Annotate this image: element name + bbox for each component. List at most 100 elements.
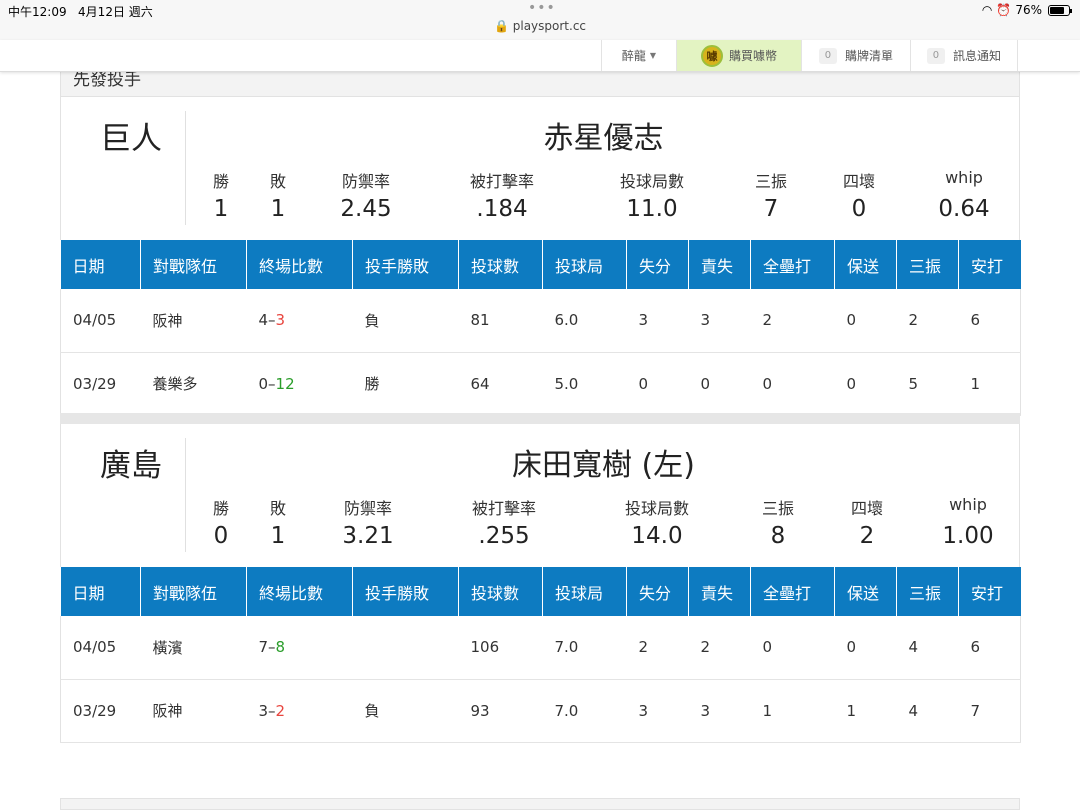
cell-result: 負 [352, 289, 459, 353]
caret-down-icon: ▼ [649, 51, 657, 60]
col-header: 三振 [896, 240, 959, 289]
cell-bb: 0 [834, 289, 897, 353]
cell-result: 勝 [352, 352, 459, 416]
battery-icon [1048, 4, 1072, 16]
stat-label-whip: whip [949, 495, 987, 514]
table-row: 04/05 阪神 4–3 負 81 6.0 3 3 2 0 2 6 [60, 289, 1021, 353]
stat-so: 7 [763, 196, 779, 222]
stat-wins: 1 [213, 196, 229, 222]
wifi-icon: ◠ [981, 3, 993, 17]
table-header-row: 日期 對戰隊伍 終場比數 投手勝敗 投球數 投球局 失分 責失 全壘打 保送 三… [60, 240, 1021, 289]
cell-er: 2 [688, 616, 751, 680]
more-dots-icon[interactable]: ••• [528, 0, 556, 16]
cell-hr: 0 [750, 616, 835, 680]
stat-label-bb: 四壞 [842, 172, 876, 191]
col-header: 安打 [958, 240, 1021, 289]
col-header: 日期 [60, 240, 141, 289]
cell-opponent[interactable]: 橫濱 [140, 616, 247, 680]
col-header: 全壘打 [750, 567, 835, 616]
cell-hits: 6 [958, 289, 1021, 353]
stat-avg: .255 [478, 523, 530, 549]
table-header-row: 日期 對戰隊伍 終場比數 投手勝敗 投球數 投球局 失分 責失 全壘打 保送 三… [60, 567, 1021, 616]
stat-bb: 2 [859, 523, 875, 549]
cell-pitches: 106 [458, 616, 543, 680]
col-header: 全壘打 [750, 240, 835, 289]
ios-status-bar: 中午12:09 4月12日 週六 ••• 🔒 playsport.cc ◠ ⏰ … [0, 0, 1080, 40]
cell-pitches: 81 [458, 289, 543, 353]
status-time: 中午12:09 4月12日 週六 [8, 5, 153, 19]
table-row: 03/29 阪神 3–2 負 93 7.0 3 3 1 1 4 7 [60, 679, 1021, 743]
col-header: 保送 [834, 567, 897, 616]
cell-score: 0–12 [246, 352, 353, 416]
notify-label: 訊息通知 [952, 49, 1001, 63]
stat-label-wins: 勝 [212, 499, 230, 518]
col-header: 安打 [958, 567, 1021, 616]
col-header: 投球數 [458, 240, 543, 289]
cell-result: 負 [352, 679, 459, 743]
pitcher-name[interactable]: 赤星優志 [186, 113, 1021, 157]
stat-whip: 0.64 [938, 196, 990, 222]
cell-runs: 3 [626, 679, 689, 743]
cell-date: 03/29 [60, 679, 141, 743]
cart-label: 購牌清單 [844, 49, 893, 63]
stat-label-era: 防禦率 [341, 172, 391, 191]
col-header: 日期 [60, 567, 141, 616]
cell-opponent[interactable]: 阪神 [140, 289, 247, 353]
stat-label-losses: 敗 [269, 172, 287, 191]
col-header: 責失 [688, 567, 751, 616]
user-menu-button[interactable]: 醉龍 ▼ [601, 40, 676, 71]
stat-label-ip: 投球局數 [619, 172, 685, 191]
cell-bb: 0 [834, 352, 897, 416]
stat-label-era: 防禦率 [343, 499, 393, 518]
cell-hr: 1 [750, 679, 835, 743]
cell-hr: 0 [750, 352, 835, 416]
table-row: 03/29 養樂多 0–12 勝 64 5.0 0 0 0 0 5 1 [60, 352, 1021, 416]
battery-percent: 76% [1015, 3, 1042, 17]
cell-hr: 2 [750, 289, 835, 353]
cell-opponent[interactable]: 養樂多 [140, 352, 247, 416]
status-indicators: ◠ ⏰ 76% [981, 3, 1072, 17]
col-header: 投球數 [458, 567, 543, 616]
cell-date: 04/05 [60, 289, 141, 353]
cart-button[interactable]: 0 購牌清單 [801, 40, 910, 71]
col-header: 對戰隊伍 [140, 567, 247, 616]
notifications-button[interactable]: 0 訊息通知 [910, 40, 1018, 71]
user-name: 醉龍 [621, 49, 646, 63]
col-header: 三振 [896, 567, 959, 616]
cell-date: 04/05 [60, 616, 141, 680]
cell-score: 4–3 [246, 289, 353, 353]
cell-so: 2 [896, 289, 959, 353]
address-bar[interactable]: 🔒 playsport.cc [0, 19, 1080, 33]
stat-ip: 11.0 [626, 196, 678, 222]
cart-count-badge: 0 [818, 47, 837, 64]
lock-icon: 🔒 [493, 19, 509, 33]
game-log-table: 日期 對戰隊伍 終場比數 投手勝敗 投球數 投球局 失分 責失 全壘打 保送 三… [60, 240, 1021, 416]
table-row: 04/05 橫濱 7–8 106 7.0 2 2 0 0 4 6 [60, 616, 1021, 680]
stat-label-whip: whip [945, 168, 983, 187]
stat-bb: 0 [851, 196, 867, 222]
cell-er: 3 [688, 289, 751, 353]
stat-label-so: 三振 [761, 499, 795, 518]
cell-er: 0 [688, 352, 751, 416]
cell-hits: 1 [958, 352, 1021, 416]
team-name: 巨人 [100, 121, 162, 157]
next-section-edge [60, 798, 1020, 810]
stat-whip: 1.00 [942, 523, 994, 549]
cell-runs: 2 [626, 616, 689, 680]
stat-label-avg: 被打擊率 [469, 172, 535, 191]
col-header: 保送 [834, 240, 897, 289]
cell-result [352, 616, 459, 680]
stat-label-avg: 被打擊率 [471, 499, 537, 518]
col-header: 投手勝敗 [352, 567, 459, 616]
cell-opponent[interactable]: 阪神 [140, 679, 247, 743]
pitcher-card: 巨人 赤星優志 勝 敗 防禦率 被打擊率 投球局數 三振 四壞 whip 1 1… [60, 97, 1020, 242]
pitcher-name[interactable]: 床田寬樹 (左) [186, 440, 1021, 484]
col-header: 投手勝敗 [352, 240, 459, 289]
stat-label-ip: 投球局數 [624, 499, 690, 518]
team-name: 廣島 [100, 448, 162, 484]
stat-losses: 1 [270, 523, 286, 549]
stat-label-wins: 勝 [212, 172, 230, 191]
col-header: 對戰隊伍 [140, 240, 247, 289]
col-header: 終場比數 [246, 567, 353, 616]
buy-coins-button[interactable]: 噱 購買噱幣 [676, 40, 801, 71]
